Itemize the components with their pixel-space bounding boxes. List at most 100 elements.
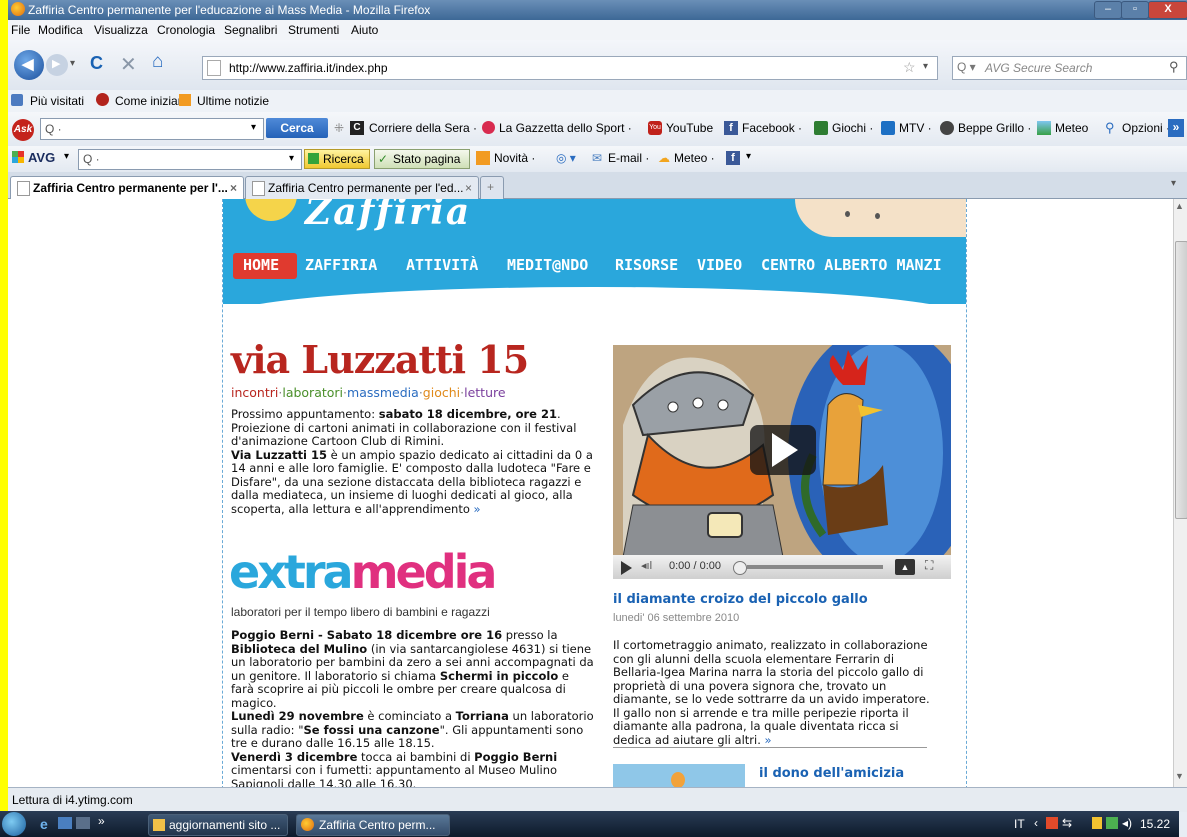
ask-link-beppe-grillo[interactable]: Beppe Grillo · bbox=[958, 121, 1031, 135]
quality-icon[interactable]: ▲ bbox=[895, 559, 915, 575]
avg-meteo-button[interactable]: Meteo · bbox=[674, 151, 715, 165]
quicklaunch-overflow-icon[interactable]: » bbox=[98, 814, 105, 828]
menu-cronologia[interactable]: Cronologia bbox=[157, 23, 215, 37]
avg-ricerca-button[interactable]: Ricerca bbox=[304, 149, 370, 169]
tray-app-icon[interactable] bbox=[1092, 817, 1102, 829]
ask-link-giochi[interactable]: Giochi · bbox=[832, 121, 873, 135]
extramedia-logo[interactable]: extramedia bbox=[229, 545, 497, 599]
ask-link-youtube[interactable]: YouTube bbox=[666, 121, 713, 135]
tray-app-icon[interactable] bbox=[1046, 817, 1058, 829]
avg-search-dropdown-icon[interactable]: ▾ bbox=[289, 153, 294, 164]
menu-file[interactable]: File bbox=[11, 23, 30, 37]
avg-stato-pagina-button[interactable]: ✓ Stato pagina bbox=[374, 149, 470, 169]
url-dropdown-icon[interactable]: ▾ bbox=[923, 61, 928, 72]
ask-link-meteo[interactable]: Meteo bbox=[1055, 121, 1088, 135]
search-box[interactable]: Q ▾ AVG Secure Search ⚲ bbox=[952, 56, 1187, 80]
scroll-thumb[interactable] bbox=[1175, 241, 1187, 519]
switch-windows-icon[interactable] bbox=[76, 817, 90, 829]
maximize-button[interactable]: ▫ bbox=[1121, 1, 1149, 19]
url-bar[interactable]: http://www.zaffiria.it/index.php ☆ ▾ bbox=[202, 56, 938, 80]
scroll-up-icon[interactable]: ▲ bbox=[1175, 201, 1184, 211]
show-desktop-icon[interactable] bbox=[58, 817, 72, 829]
tab-inactive[interactable]: Zaffiria Centro permanente per l'ed... × bbox=[245, 176, 479, 199]
forward-button[interactable]: ▶ bbox=[46, 54, 68, 76]
avg-search-input[interactable]: Q · ▾ bbox=[78, 149, 302, 170]
network-icon[interactable]: ⇆ bbox=[1062, 816, 1072, 830]
ask-search-button[interactable]: Cerca bbox=[266, 118, 328, 138]
bookmark-getting-started[interactable]: Come iniziare bbox=[115, 94, 188, 108]
video-player[interactable]: ◂ıl 0:00 / 0:00 ▲ ⛶ bbox=[613, 345, 951, 579]
language-indicator[interactable]: IT bbox=[1014, 817, 1025, 831]
ask-link-gazzetta[interactable]: La Gazzetta dello Sport · bbox=[499, 121, 632, 135]
scroll-down-icon[interactable]: ▼ bbox=[1175, 771, 1184, 781]
avg-menu-dropdown-icon[interactable]: ▾ bbox=[64, 151, 69, 162]
vertical-scrollbar[interactable]: ▲ ▼ bbox=[1173, 199, 1187, 787]
menu-modifica[interactable]: Modifica bbox=[38, 23, 83, 37]
seek-handle[interactable] bbox=[733, 561, 747, 575]
search-engine-icon[interactable]: Q ▾ bbox=[957, 60, 976, 74]
tray-expand-icon[interactable]: ‹ bbox=[1034, 816, 1038, 830]
start-button-icon[interactable] bbox=[2, 812, 26, 836]
tab-close-icon[interactable]: × bbox=[465, 181, 472, 195]
search-go-icon[interactable]: ⚲ bbox=[1169, 59, 1179, 75]
nav-zaffiria[interactable]: ZAFFIRIA bbox=[305, 256, 377, 274]
avg-novita-button[interactable]: Novità · bbox=[494, 151, 535, 165]
volume-tray-icon[interactable]: ◂) bbox=[1122, 816, 1132, 830]
control-play-icon[interactable] bbox=[621, 561, 632, 575]
history-dropdown-icon[interactable]: ▾ bbox=[70, 58, 75, 69]
volume-icon[interactable]: ◂ıl bbox=[641, 559, 652, 572]
avg-facebook-icon[interactable]: f bbox=[726, 151, 740, 165]
play-overlay-button[interactable] bbox=[750, 425, 816, 475]
taskbar-item-firefox[interactable]: Zaffiria Centro perm... bbox=[296, 814, 450, 836]
toolbar-overflow-icon[interactable]: » bbox=[1168, 119, 1184, 137]
nav-risorse[interactable]: RISORSE bbox=[615, 256, 678, 274]
ask-logo-icon[interactable]: Ask bbox=[12, 119, 34, 141]
menu-segnalibri[interactable]: Segnalibri bbox=[224, 23, 277, 37]
menu-strumenti[interactable]: Strumenti bbox=[288, 23, 339, 37]
ie-icon[interactable]: e bbox=[40, 816, 48, 832]
menu-aiuto[interactable]: Aiuto bbox=[351, 23, 378, 37]
luzzatti-more-link[interactable]: » bbox=[474, 502, 481, 516]
next-item-title-link[interactable]: il dono dell'amicizia bbox=[759, 766, 904, 781]
minimize-button[interactable]: – bbox=[1094, 1, 1122, 19]
menu-visualizza[interactable]: Visualizza bbox=[94, 23, 148, 37]
nav-centro-alberto-manzi[interactable]: CENTRO ALBERTO MANZI bbox=[761, 256, 942, 274]
nav-attivita[interactable]: ATTIVITÀ bbox=[406, 256, 478, 274]
tab-list-icon[interactable]: ▾ bbox=[1171, 178, 1176, 189]
taskbar-item-aggiornamenti[interactable]: aggiornamenti sito ... bbox=[148, 814, 288, 836]
video-title-link[interactable]: il diamante croizo del piccolo gallo bbox=[613, 592, 868, 607]
next-item-thumbnail[interactable] bbox=[613, 764, 745, 787]
home-icon[interactable]: ⌂ bbox=[152, 51, 163, 73]
stop-icon[interactable]: ✕ bbox=[120, 52, 137, 77]
ask-link-mtv[interactable]: MTV · bbox=[899, 121, 932, 135]
avg-extra-icon[interactable]: ◎ ▾ bbox=[556, 151, 576, 165]
avg-logo[interactable]: AVG bbox=[28, 150, 55, 165]
nav-meditando[interactable]: MEDIT@NDO bbox=[507, 256, 588, 274]
ask-search-dropdown-icon[interactable]: ▾ bbox=[251, 122, 256, 133]
site-logo[interactable]: Zaffiria bbox=[305, 199, 471, 233]
clock[interactable]: 15.22 bbox=[1140, 817, 1170, 831]
tab-close-icon[interactable]: × bbox=[230, 181, 237, 195]
tab-active[interactable]: Zaffiria Centro permanente per l'... × bbox=[10, 176, 244, 199]
back-button[interactable]: ◀ bbox=[14, 50, 44, 80]
ask-options-button[interactable]: Opzioni · bbox=[1122, 121, 1170, 135]
nav-home[interactable]: HOME bbox=[243, 256, 279, 274]
new-tab-button[interactable]: + bbox=[480, 176, 504, 199]
bookmark-most-visited[interactable]: Più visitati bbox=[30, 94, 84, 108]
avg-facebook-dropdown-icon[interactable]: ▾ bbox=[746, 151, 751, 162]
ask-link-facebook[interactable]: Facebook · bbox=[742, 121, 802, 135]
url-text[interactable]: http://www.zaffiria.it/index.php bbox=[229, 61, 388, 75]
luzzatti-logo[interactable]: via Luzzatti 15 bbox=[231, 337, 529, 382]
bookmark-star-icon[interactable]: ☆ bbox=[903, 59, 916, 76]
fullscreen-icon[interactable]: ⛶ bbox=[925, 558, 933, 573]
ask-search-input[interactable]: Q · ▾ bbox=[40, 118, 264, 140]
reload-icon[interactable]: C bbox=[90, 53, 103, 74]
close-button[interactable]: X bbox=[1148, 1, 1187, 19]
avg-email-button[interactable]: E-mail · bbox=[608, 151, 649, 165]
video-more-link[interactable]: » bbox=[765, 733, 772, 747]
bookmark-latest-news[interactable]: Ultime notizie bbox=[197, 94, 269, 108]
seek-bar[interactable] bbox=[747, 565, 883, 569]
nav-video[interactable]: VIDEO bbox=[697, 256, 742, 274]
tray-app-icon[interactable] bbox=[1106, 817, 1118, 829]
ask-link-corriere[interactable]: Corriere della Sera · bbox=[369, 121, 477, 135]
